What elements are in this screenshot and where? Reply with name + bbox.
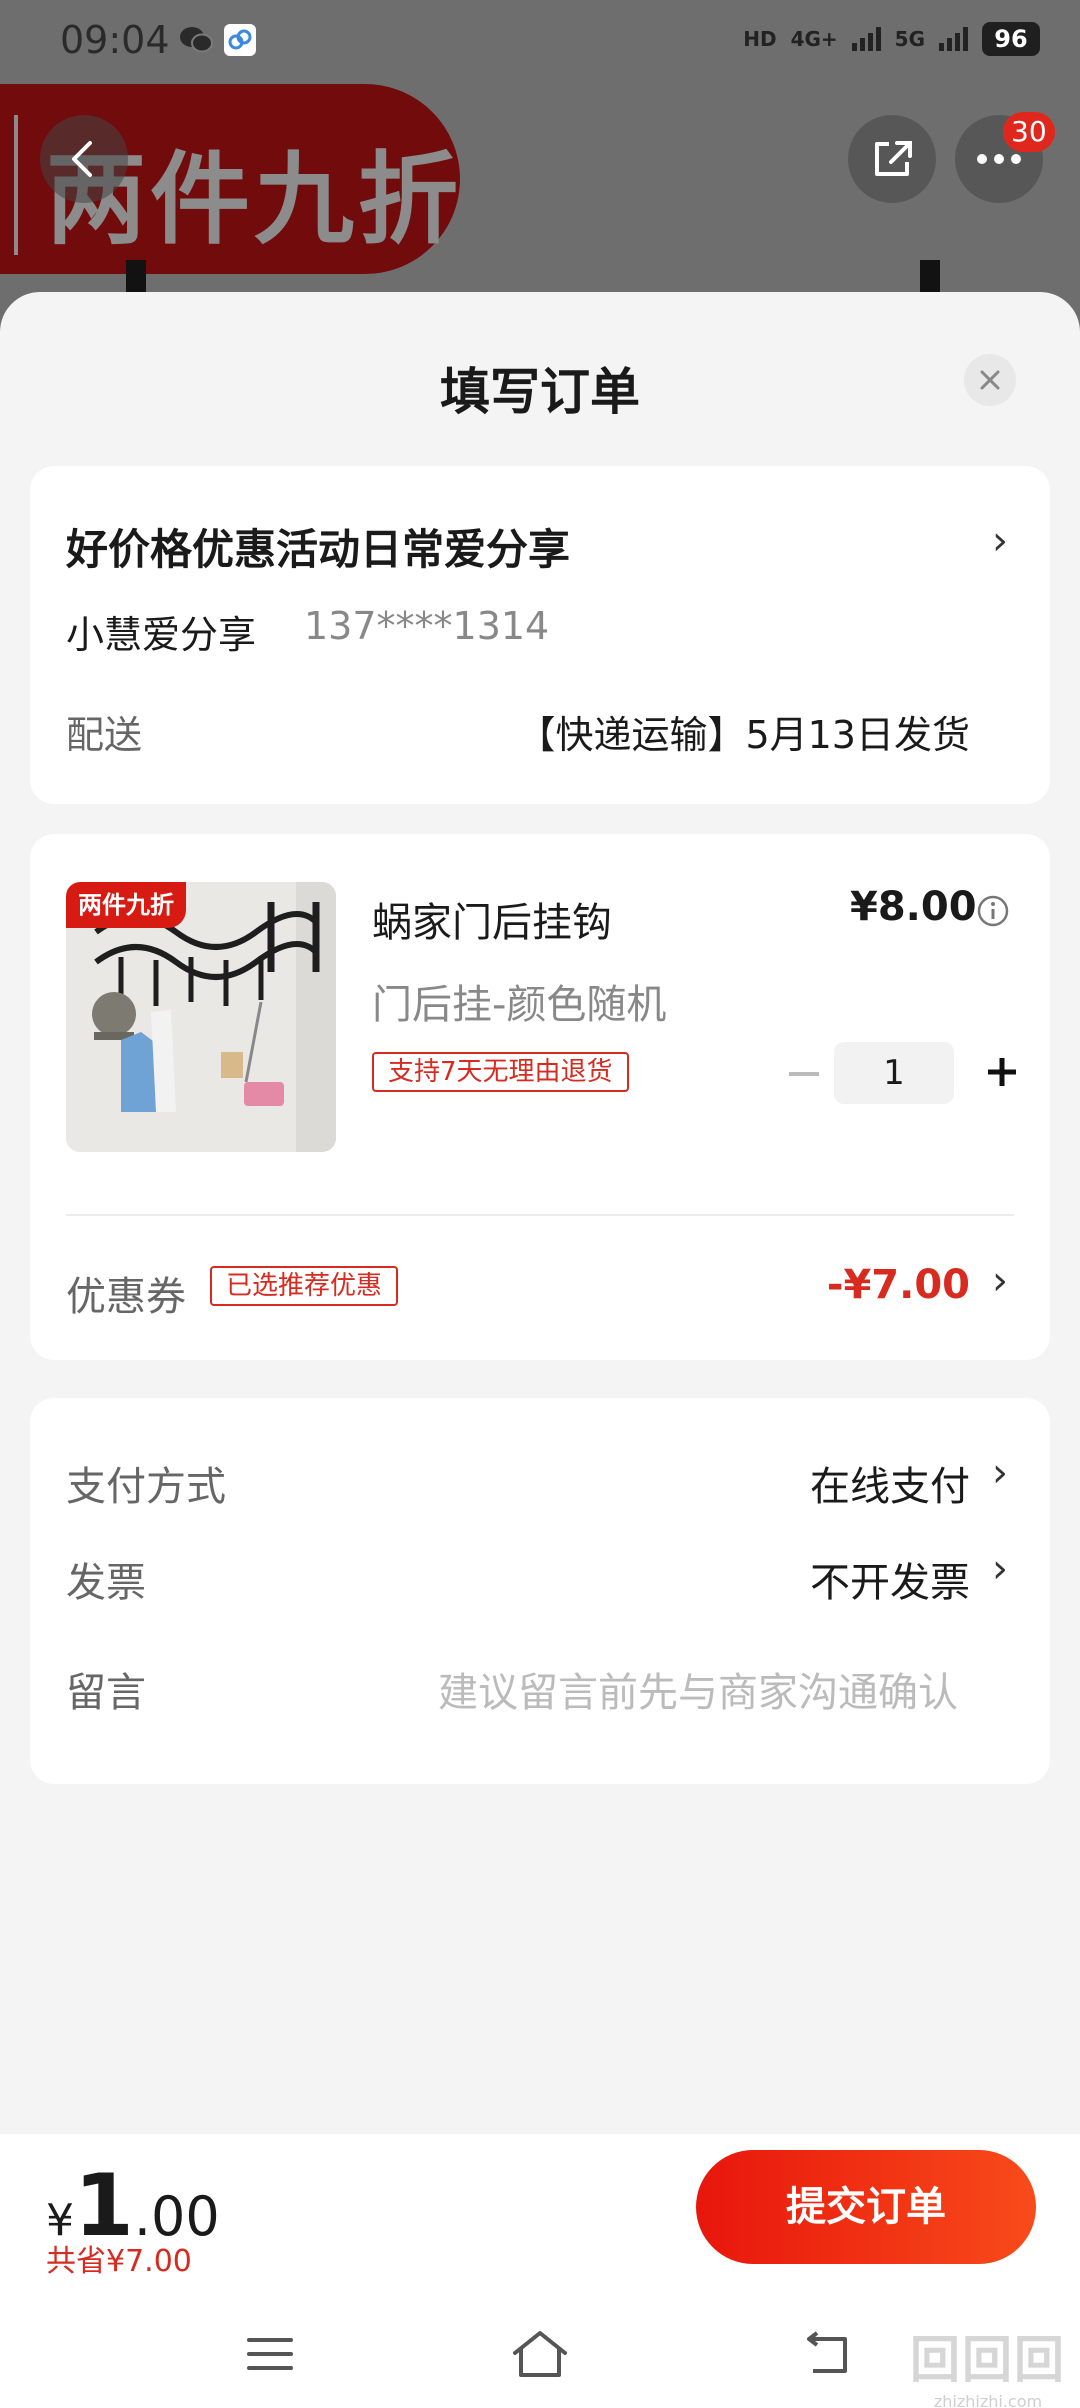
home-nav-button[interactable] [500,2314,580,2394]
chevron-right-icon: › [992,518,1008,564]
divider [66,1214,1014,1216]
plus-icon [988,1058,1016,1086]
product-card: 两件九折 蜗家门后挂钩 ¥8.00 门后挂-颜色随机 支持7天无理由退货 1 优… [30,834,1050,1360]
return-policy-tag: 支持7天无理由退货 [372,1052,629,1092]
product-price: ¥8.00 [850,884,977,930]
minus-icon [789,1072,819,1076]
receiver-phone: 137****1314 [304,604,550,648]
watermark-logo: 回回回 [910,2331,1066,2389]
total-saved: 共省¥7.00 [46,2244,192,2279]
coupon-label: 优惠券 [66,1274,186,1320]
payment-method-label: 支付方式 [66,1464,226,1510]
message-label: 留言 [66,1670,146,1716]
network-4g-label: 4G+ [790,27,838,51]
shipping-label: 配送 [66,713,143,757]
back-icon [807,2331,847,2373]
back-nav-button[interactable] [786,2314,866,2394]
shipping-value: 【快递运输】5月13日发货 [517,713,970,757]
menu-nav-button[interactable] [230,2314,310,2394]
quantity-decrease-button[interactable] [778,1048,830,1100]
sheet-title: 填写订单 [440,363,640,421]
watermark-text: zhizhizhi.com [933,2392,1043,2408]
submit-order-button[interactable]: 提交订单 [696,2150,1036,2264]
payment-method-value[interactable]: 在线支付 [810,1454,970,1512]
share-button[interactable] [848,115,936,203]
chevron-left-icon [72,141,92,177]
quantity-increase-button[interactable] [974,1044,1030,1100]
wechat-icon [180,27,213,53]
status-indicators: HD 4G+ 5G 96 [743,22,1040,56]
close-button[interactable] [964,354,1016,406]
product-image[interactable]: 两件九折 [66,882,336,1152]
bottom-bar: ¥1.00 共省¥7.00 提交订单 回回回 zhizhizhi.com [0,2134,1080,2408]
home-icon [513,2331,567,2377]
product-spec: 门后挂-颜色随机 [372,982,667,1028]
menu-icon [247,2338,293,2370]
coupon-tag: 已选推荐优惠 [210,1266,399,1306]
notification-badge: 30 [1003,112,1055,152]
chevron-right-icon[interactable]: › [992,1258,1008,1304]
back-button[interactable] [40,115,128,203]
invoice-label: 发票 [66,1560,146,1606]
signal-5g-icon [939,27,968,51]
invoice-value[interactable]: 不开发票 [810,1550,970,1608]
watermark: 回回回 zhizhizhi.com [910,2320,1066,2408]
battery-icon: 96 [982,22,1040,56]
chevron-right-icon[interactable]: › [992,1546,1008,1592]
payment-card: 支付方式 在线支付 › 发票 不开发票 › 留言 建议留言前先与商家沟通确认 [30,1398,1050,1784]
signal-4g-icon [851,27,881,51]
info-icon[interactable] [976,894,1010,928]
network-5g-label: 5G [894,27,925,51]
coupon-amount[interactable]: -¥7.00 [827,1262,970,1308]
receiver-name: 小慧爱分享 [66,613,257,657]
status-bar: 09:04 HD 4G+ 5G 96 [0,0,1080,84]
chevron-right-icon[interactable]: › [992,1450,1008,1496]
product-image-tag: 两件九折 [66,882,186,928]
address-name: 好价格优惠活动日常爱分享 [66,525,571,574]
product-name: 蜗家门后挂钩 [372,900,612,946]
quantity-input[interactable]: 1 [834,1042,954,1104]
status-time: 09:04 [60,18,170,62]
more-dots-icon [977,154,1021,164]
order-sheet: 填写订单 好价格优惠活动日常爱分享 › 小慧爱分享 137****1314 配送… [0,292,1080,2408]
share-icon [875,141,912,176]
hd-indicator: HD [743,27,777,51]
close-icon [980,370,1000,390]
message-input[interactable]: 建议留言前先与商家沟通确认 [438,1660,958,1718]
address-card[interactable]: 好价格优惠活动日常爱分享 › 小慧爱分享 137****1314 配送 【快递运… [30,466,1050,804]
app-notification-icon [224,24,256,56]
